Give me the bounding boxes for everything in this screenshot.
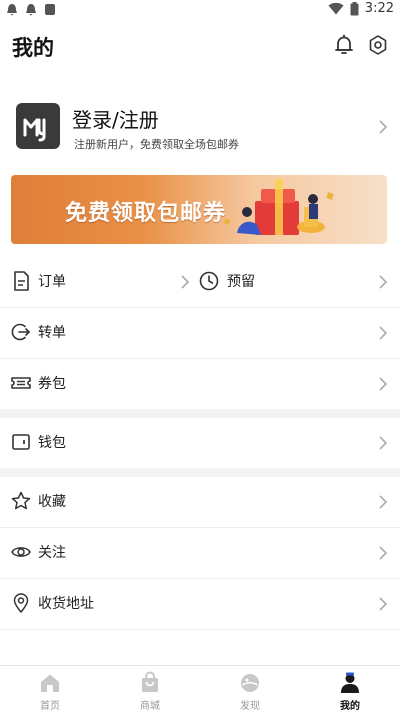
clock: 3:22 [364, 1, 394, 16]
free-shipping-coupon-banner[interactable]: 免费领取包邮券 [11, 175, 387, 244]
menu-item-coupons-row[interactable]: 券包 [0, 359, 400, 410]
menu-item-transfer: 转单 [38, 325, 66, 341]
exit-arrow-icon [11, 323, 31, 341]
notification-icon [26, 4, 36, 16]
orders-reserve-row: 订单 预留 [0, 257, 400, 308]
gear-icon[interactable] [366, 33, 390, 57]
ticket-icon [11, 377, 31, 389]
menu-item-follow-row[interactable]: 关注 [0, 528, 400, 579]
location-pin-icon [13, 593, 29, 613]
page-title: 我的 [12, 36, 54, 60]
login-register-card[interactable]: 登录/注册 注册新用户，免费领取全场包邮券 [0, 96, 400, 158]
menu-item-favorites: 收藏 [38, 494, 66, 510]
chevron-right-icon [379, 597, 388, 611]
chevron-right-icon [379, 495, 388, 509]
menu-item-coupons: 券包 [38, 376, 66, 392]
document-icon [14, 271, 29, 291]
app-notification-icon [45, 4, 55, 15]
notification-icon [7, 4, 17, 16]
menu-item-transfer-row[interactable]: 转单 [0, 308, 400, 359]
app-logo-icon [16, 103, 60, 149]
chevron-right-icon [379, 377, 388, 391]
menu-item-orders[interactable]: 订单 [38, 271, 66, 291]
app-header: 我的 [0, 28, 400, 64]
user-icon [341, 672, 359, 693]
menu-item-wallet: 钱包 [38, 435, 66, 451]
chevron-right-icon [379, 546, 388, 560]
chevron-right-icon [379, 120, 388, 134]
section-divider [0, 409, 400, 418]
battery-icon [350, 1, 359, 15]
chevron-right-icon [379, 326, 388, 340]
notification-icons [6, 3, 56, 16]
clock-icon [199, 271, 219, 291]
menu-item-reserve[interactable]: 预留 [227, 271, 255, 291]
tab-mall[interactable]: 商城 [100, 666, 200, 712]
star-icon [11, 491, 31, 510]
menu-item-wallet-row[interactable]: 钱包 [0, 418, 400, 469]
eye-icon [11, 547, 31, 557]
chevron-right-icon [379, 275, 388, 289]
home-icon [41, 674, 59, 692]
wallet-icon [12, 434, 30, 450]
login-register-subtitle: 注册新用户，免费领取全场包邮券 [74, 138, 239, 151]
tab-mine[interactable]: 我的 [300, 666, 400, 712]
menu-item-follow: 关注 [38, 545, 66, 561]
status-bar: 3:22 [0, 0, 400, 20]
bottom-tab-bar: 首页 商城 发现 我的 [0, 665, 400, 712]
menu-item-address-row[interactable]: 收货地址 [0, 579, 400, 630]
tab-discover[interactable]: 发现 [200, 666, 300, 712]
chevron-right-icon [379, 436, 388, 450]
shopping-bag-icon [142, 671, 158, 692]
wifi-icon [328, 2, 344, 15]
banner-illustration [223, 179, 334, 235]
menu-item-favorites-row[interactable]: 收藏 [0, 477, 400, 528]
section-divider [0, 468, 400, 477]
login-register-title[interactable]: 登录/注册 [72, 104, 159, 133]
planet-icon [241, 674, 259, 692]
chevron-right-icon [181, 275, 190, 289]
tab-home[interactable]: 首页 [0, 666, 100, 712]
bell-icon[interactable] [332, 33, 356, 57]
menu-item-address: 收货地址 [38, 596, 94, 612]
